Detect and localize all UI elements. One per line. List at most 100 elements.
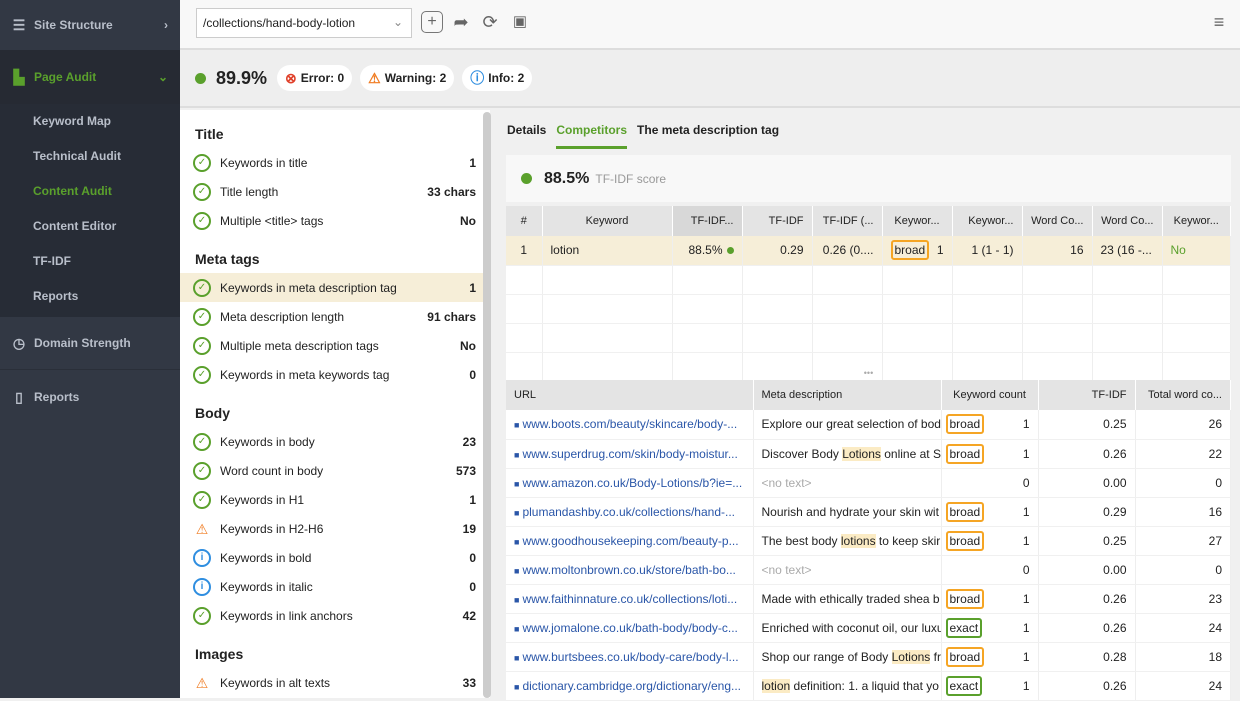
competitor-link[interactable]: www.amazon.co.uk/Body-Lotions/b?ie=...	[522, 476, 742, 490]
competitor-link[interactable]: www.moltonbrown.co.uk/store/bath-bo...	[522, 563, 735, 577]
nav-content-editor[interactable]: Content Editor	[0, 209, 180, 244]
column-header[interactable]: TF-IDF (...	[812, 206, 882, 236]
table-row[interactable]: ■www.jomalone.co.uk/bath-body/body-c...E…	[506, 613, 1231, 642]
audit-item[interactable]: ✓Meta description length91 chars	[180, 302, 490, 331]
scrollbar[interactable]	[483, 112, 491, 698]
audit-item[interactable]: ✓Keywords in H11	[180, 485, 490, 514]
column-header[interactable]: Word Co...	[1092, 206, 1162, 236]
keywords-table: #KeywordTF-IDF...TF-IDFTF-IDF (...Keywor…	[506, 206, 1231, 382]
audit-item[interactable]: ✓Keywords in meta keywords tag0	[180, 360, 490, 389]
column-header[interactable]: Word Co...	[1022, 206, 1092, 236]
audit-item[interactable]: ✓Multiple <title> tagsNo	[180, 206, 490, 235]
audit-item[interactable]: ✓Keywords in meta description tag1	[180, 273, 490, 302]
url-select[interactable]: /collections/hand-body-lotion⌄	[196, 8, 412, 38]
nav-technical-audit[interactable]: Technical Audit	[0, 139, 180, 174]
keyword-count-cell: exact1	[941, 613, 1038, 642]
competitor-link[interactable]: dictionary.cambridge.org/dictionary/eng.…	[522, 679, 741, 693]
table-row[interactable]: ■www.amazon.co.uk/Body-Lotions/b?ie=...<…	[506, 468, 1231, 497]
table-row[interactable]: ■www.superdrug.com/skin/body-moistur...D…	[506, 439, 1231, 468]
share-icon[interactable]: ➦	[450, 11, 472, 33]
lock-icon: ■	[514, 653, 519, 663]
competitor-link[interactable]: plumandashby.co.uk/collections/hand-...	[522, 505, 735, 519]
empty-cell	[952, 323, 1022, 352]
column-header[interactable]: Meta description	[753, 380, 941, 410]
table-row[interactable]: ■www.moltonbrown.co.uk/store/bath-bo...<…	[506, 555, 1231, 584]
nav-page-reports[interactable]: Reports	[0, 279, 180, 314]
audit-item-value: 1	[469, 493, 476, 507]
table-row[interactable]: ■www.burtsbees.co.uk/body-care/body-l...…	[506, 642, 1231, 671]
nav-page-audit[interactable]: ▙Page Audit⌄	[0, 50, 180, 104]
keyword-highlight: lotions	[841, 534, 876, 548]
column-header[interactable]: Keyword	[542, 206, 672, 236]
nav-domain-strength[interactable]: ◷Domain Strength	[0, 317, 180, 369]
competitor-link[interactable]: www.superdrug.com/skin/body-moistur...	[522, 447, 737, 461]
table-row[interactable]: 1lotion88.5%0.290.26 (0....broad11 (1 - …	[506, 236, 1231, 265]
sidebar: ☰Site Structure› ▙Page Audit⌄ Keyword Ma…	[0, 0, 180, 698]
table-row[interactable]: ■www.faithinnature.co.uk/collections/lot…	[506, 584, 1231, 613]
audit-item[interactable]: ✓Keywords in link anchors42	[180, 601, 490, 630]
empty-cell	[742, 323, 812, 352]
refresh-icon[interactable]: ⟳	[479, 11, 501, 33]
table-row[interactable]: ■plumandashby.co.uk/collections/hand-...…	[506, 497, 1231, 526]
nav-content-audit[interactable]: Content Audit	[0, 174, 180, 209]
empty-cell	[882, 294, 952, 323]
empty-row	[506, 294, 1231, 323]
no-text: <no text>	[762, 476, 812, 490]
audit-item[interactable]: iKeywords in bold0	[180, 543, 490, 572]
nav-reports[interactable]: ▯Reports	[0, 370, 180, 424]
audit-item[interactable]: ✓Keywords in title1	[180, 148, 490, 177]
column-header[interactable]: TF-IDF	[742, 206, 812, 236]
table-row[interactable]: ■www.goodhousekeeping.com/beauty-p...The…	[506, 526, 1231, 555]
competitor-link[interactable]: www.burtsbees.co.uk/body-care/body-l...	[522, 650, 738, 664]
competitor-link[interactable]: www.goodhousekeeping.com/beauty-p...	[522, 534, 738, 548]
audit-item[interactable]: ⚠Keywords in H2-H619	[180, 514, 490, 543]
empty-cell	[1162, 265, 1231, 294]
schedule-icon[interactable]: ▣	[509, 11, 531, 33]
column-header[interactable]: TF-IDF...	[672, 206, 742, 236]
add-icon[interactable]: +	[421, 11, 443, 33]
competitor-link[interactable]: www.faithinnature.co.uk/collections/loti…	[522, 592, 737, 606]
text: The best body	[762, 534, 841, 548]
nav-site-structure[interactable]: ☰Site Structure›	[0, 0, 180, 50]
tfidf: 0.25	[1038, 410, 1135, 439]
nav-tf-idf[interactable]: TF-IDF	[0, 244, 180, 279]
column-header[interactable]: Total word co...	[1135, 380, 1231, 410]
audit-item-label: Keywords in link anchors	[220, 609, 463, 623]
match-badge: broad	[946, 502, 985, 522]
splitter-handle[interactable]: •••	[506, 368, 1231, 380]
audit-item[interactable]: ✓Word count in body573	[180, 456, 490, 485]
column-header[interactable]: TF-IDF	[1038, 380, 1135, 410]
tab-meta-description[interactable]: The meta description tag	[637, 123, 779, 149]
column-header[interactable]: #	[506, 206, 542, 236]
url-cell: ■www.boots.com/beauty/skincare/body-...	[506, 410, 753, 439]
match-badge: broad	[946, 647, 985, 667]
site-structure-icon: ☰	[10, 17, 28, 34]
competitor-link[interactable]: www.boots.com/beauty/skincare/body-...	[522, 417, 737, 431]
audit-item[interactable]: ⚠Keywords in alt texts33	[180, 668, 490, 697]
menu-icon[interactable]: ≡	[1208, 11, 1230, 33]
table-row[interactable]: ■dictionary.cambridge.org/dictionary/eng…	[506, 671, 1231, 700]
audit-item[interactable]: ✓Title length33 chars	[180, 177, 490, 206]
match-badge: broad	[946, 444, 985, 464]
score-dot	[521, 173, 532, 184]
column-header[interactable]: URL	[506, 380, 753, 410]
tab-competitors[interactable]: Competitors	[556, 123, 627, 149]
column-header[interactable]: Keywor...	[1162, 206, 1231, 236]
competitor-link[interactable]: www.jomalone.co.uk/bath-body/body-c...	[522, 621, 737, 635]
url-cell: ■www.moltonbrown.co.uk/store/bath-bo...	[506, 555, 753, 584]
audit-item[interactable]: ✓Keywords in body23	[180, 427, 490, 456]
tab-details[interactable]: Details	[507, 123, 546, 149]
column-header[interactable]: Keyword count	[941, 380, 1038, 410]
info-filter[interactable]: ⓘInfo: 2	[462, 65, 532, 91]
warning-filter[interactable]: ⚠Warning: 2	[360, 65, 454, 91]
column-header[interactable]: Keywor...	[882, 206, 952, 236]
meta-description: lotion definition: 1. a liquid that yo	[753, 671, 941, 700]
error-filter[interactable]: ⊗Error: 0	[277, 65, 352, 91]
nav-keyword-map[interactable]: Keyword Map	[0, 104, 180, 139]
total-words: 16	[1135, 497, 1231, 526]
empty-row	[506, 323, 1231, 352]
audit-item[interactable]: ✓Multiple meta description tagsNo	[180, 331, 490, 360]
audit-item[interactable]: iKeywords in italic0	[180, 572, 490, 601]
table-row[interactable]: ■www.boots.com/beauty/skincare/body-...E…	[506, 410, 1231, 439]
column-header[interactable]: Keywor...	[952, 206, 1022, 236]
